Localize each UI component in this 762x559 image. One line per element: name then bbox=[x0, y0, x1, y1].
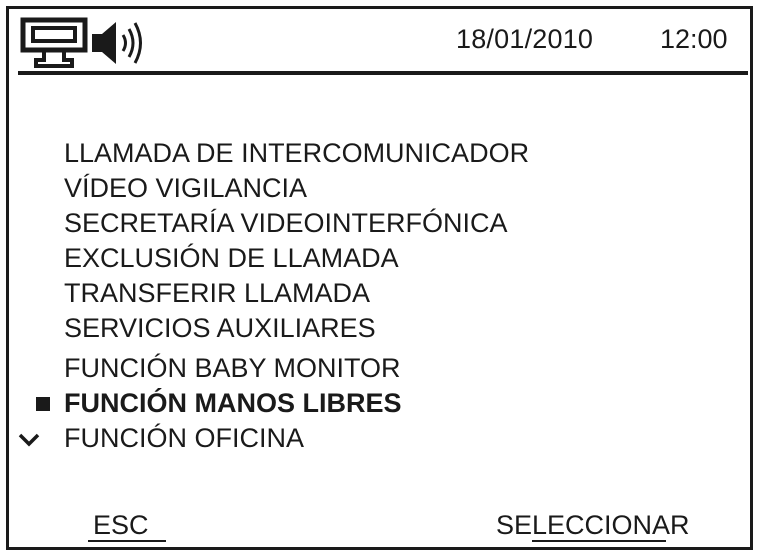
menu-item-video-surveillance[interactable]: VÍDEO VIGILANCIA bbox=[0, 171, 740, 206]
menu-item-label: FUNCIÓN BABY MONITOR bbox=[64, 353, 401, 383]
main-menu: LLAMADA DE INTERCOMUNICADOR VÍDEO VIGILA… bbox=[0, 136, 740, 456]
menu-item-label: SERVICIOS AUXILIARES bbox=[64, 313, 376, 343]
menu-item-intercom-call[interactable]: LLAMADA DE INTERCOMUNICADOR bbox=[0, 136, 740, 171]
select-softkey[interactable]: SELECCIONAR bbox=[496, 510, 690, 540]
time-readout: 12:00 bbox=[660, 24, 728, 54]
date-readout: 18/01/2010 bbox=[456, 24, 594, 54]
menu-item-label: FUNCIÓN OFICINA bbox=[64, 423, 304, 453]
menu-item-auxiliary-services[interactable]: SERVICIOS AUXILIARES bbox=[0, 311, 740, 346]
menu-item-label: EXCLUSIÓN DE LLAMADA bbox=[64, 243, 399, 273]
menu-item-label: FUNCIÓN MANOS LIBRES bbox=[64, 388, 402, 418]
menu-item-office-mode[interactable]: FUNCIÓN OFICINA bbox=[0, 421, 740, 456]
menu-item-label: LLAMADA DE INTERCOMUNICADOR bbox=[64, 138, 530, 168]
menu-item-video-answering[interactable]: SECRETARÍA VIDEOINTERFÓNICA bbox=[0, 206, 740, 241]
speaker-icon bbox=[92, 22, 142, 64]
menu-item-label: SECRETARÍA VIDEOINTERFÓNICA bbox=[64, 208, 508, 238]
esc-softkey-underline bbox=[88, 540, 166, 542]
menu-item-baby-monitor[interactable]: FUNCIÓN BABY MONITOR bbox=[0, 351, 740, 386]
intercom-icon bbox=[20, 17, 88, 68]
select-softkey-underline bbox=[532, 540, 666, 542]
header-divider bbox=[18, 71, 748, 75]
square-bullet-icon bbox=[36, 397, 50, 411]
esc-softkey[interactable]: ESC bbox=[93, 510, 149, 540]
menu-item-call-exclusion[interactable]: EXCLUSIÓN DE LLAMADA bbox=[0, 241, 740, 276]
menu-item-label: TRANSFERIR LLAMADA bbox=[64, 278, 371, 308]
menu-item-label: VÍDEO VIGILANCIA bbox=[64, 173, 308, 203]
menu-item-hands-free[interactable]: FUNCIÓN MANOS LIBRES bbox=[0, 386, 740, 421]
menu-item-transfer-call[interactable]: TRANSFERIR LLAMADA bbox=[0, 276, 740, 311]
chevron-down-icon[interactable] bbox=[18, 433, 40, 447]
